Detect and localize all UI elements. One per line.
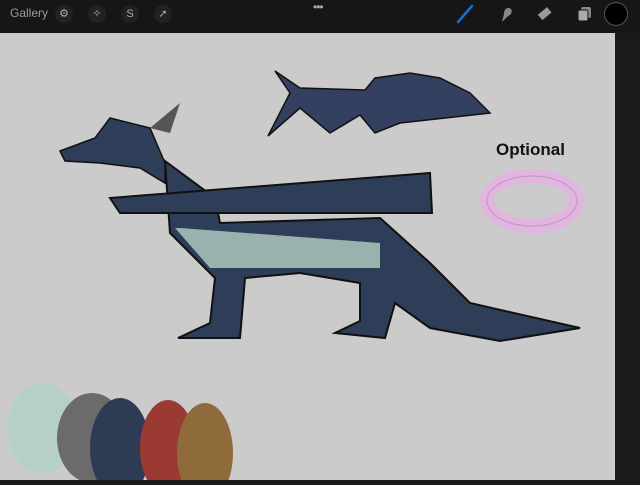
more-options-button[interactable]: ••• — [313, 0, 324, 14]
color-palette-swatches — [7, 383, 233, 485]
magic-wand-icon[interactable]: ✧ — [88, 5, 106, 23]
layers-icon[interactable] — [575, 4, 595, 24]
top-toolbar: Gallery ⚙ ✧ S ➚ ••• — [0, 0, 640, 33]
transform-arrow-icon[interactable]: ➚ — [154, 5, 172, 23]
smudge-icon[interactable] — [496, 4, 516, 24]
eraser-icon[interactable] — [535, 4, 555, 24]
gallery-button[interactable]: Gallery — [10, 6, 48, 20]
selection-icon[interactable]: S — [121, 5, 139, 23]
dragon-drawing — [7, 70, 584, 485]
color-picker-button[interactable] — [604, 2, 628, 26]
drawing-canvas[interactable]: Optional — [0, 33, 615, 485]
optional-label: Optional — [496, 140, 565, 159]
wrench-icon[interactable]: ⚙ — [55, 5, 73, 23]
optional-ring-sketch — [480, 169, 584, 233]
brush-icon[interactable] — [455, 4, 475, 24]
side-panel — [615, 33, 640, 480]
wing-sketch — [267, 70, 492, 137]
